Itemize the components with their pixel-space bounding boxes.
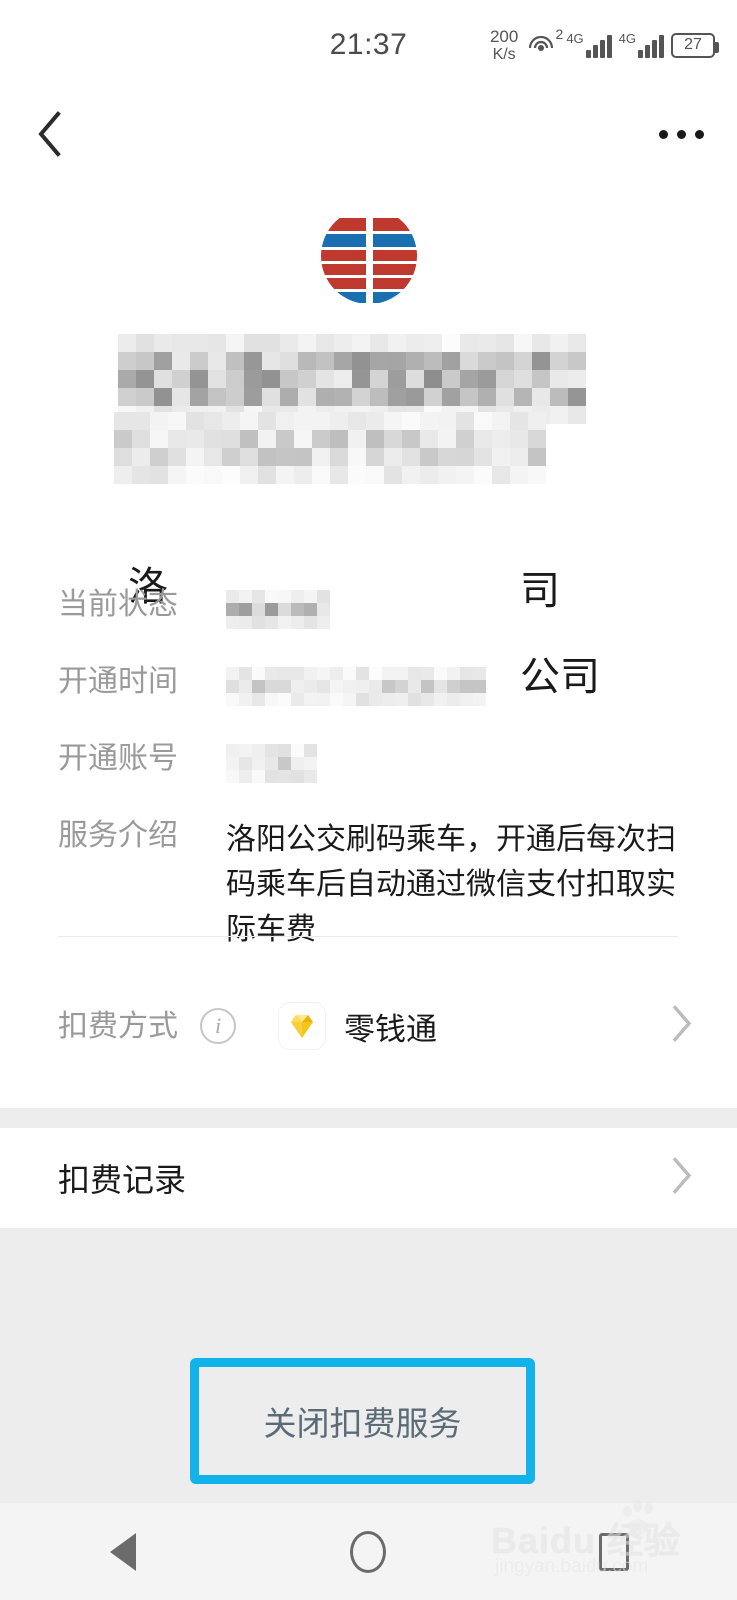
- company-name-line1-redacted: [118, 334, 586, 424]
- info-value-activation-time-redacted: [226, 663, 678, 706]
- hotspot-count: 2: [555, 26, 564, 42]
- chevron-left-icon: [38, 111, 61, 157]
- battery-level: 27: [684, 36, 702, 53]
- info-circle-icon[interactable]: i: [200, 1008, 236, 1044]
- square-recents-icon: [599, 1532, 630, 1571]
- info-value-description: 洛阳公交刷码乘车，开通后每次扫码乘车后自动通过微信支付扣取实际车费: [226, 823, 676, 946]
- close-service-highlight-box: 关闭扣费服务: [190, 1358, 535, 1484]
- info-row-description: 服务介绍 洛阳公交刷码乘车，开通后每次扫码乘车后自动通过微信支付扣取实际车费: [58, 817, 678, 952]
- hotspot-icon: 2: [525, 26, 563, 62]
- info-label-status: 当前状态: [58, 588, 178, 621]
- status-bar-indicators: 200 K/s 2 4G 4G 27: [490, 24, 719, 66]
- system-navigation-bar: [0, 1503, 737, 1600]
- deduction-records-row[interactable]: 扣费记录: [0, 1128, 737, 1228]
- info-row-activation-time: 开通时间: [58, 663, 678, 706]
- phone-screen: 21:37 200 K/s 2 4G 4G 27 洛 司 公司 当前状态 开通时…: [0, 0, 737, 1600]
- diamond-gem-icon: [278, 1002, 326, 1050]
- app-header-bar: [0, 86, 737, 176]
- service-detail-card: 洛 司 公司 当前状态 开通时间 开通账号 服务介绍 洛阳公交刷码乘车，开通后每…: [0, 176, 737, 1108]
- more-options-button[interactable]: [651, 106, 711, 162]
- network-speed-unit: K/s: [492, 45, 516, 63]
- sim1-network-label: 4G: [566, 31, 584, 46]
- network-speed-value: 200: [489, 26, 519, 46]
- battery-icon: 27: [671, 32, 719, 58]
- info-label-activation-time: 开通时间: [58, 665, 178, 698]
- company-name-line2-redacted: [114, 412, 546, 484]
- info-value-status-redacted: [226, 586, 678, 629]
- system-home-button[interactable]: [308, 1503, 428, 1600]
- info-row-status: 当前状态: [58, 586, 678, 629]
- info-row-account: 开通账号: [58, 740, 678, 783]
- system-back-button[interactable]: [63, 1503, 183, 1600]
- info-value-account-redacted: [226, 740, 678, 783]
- sim1-signal-indicator: 4G: [566, 31, 612, 58]
- sim2-signal-bars: [638, 32, 664, 58]
- network-speed-indicator: 200 K/s: [490, 28, 518, 63]
- circle-home-icon: [350, 1530, 387, 1573]
- more-dot: [676, 129, 686, 139]
- info-label-account: 开通账号: [58, 742, 178, 775]
- deduction-records-label: 扣费记录: [58, 1162, 187, 1198]
- close-service-button[interactable]: 关闭扣费服务: [199, 1367, 526, 1475]
- more-dot: [694, 129, 704, 139]
- records-card: 扣费记录: [0, 1128, 737, 1228]
- status-bar: 21:37 200 K/s 2 4G 4G 27: [0, 0, 737, 86]
- system-recents-button[interactable]: [554, 1503, 674, 1600]
- chevron-right-icon: [671, 1005, 693, 1048]
- section-gap: [0, 1108, 737, 1128]
- sim2-network-label: 4G: [618, 31, 636, 46]
- triangle-back-icon: [109, 1532, 136, 1571]
- back-button[interactable]: [22, 106, 78, 162]
- more-dot: [658, 129, 668, 139]
- section-divider: [58, 936, 678, 937]
- pay-method-name: 零钱通: [344, 1011, 437, 1047]
- service-info-list: 当前状态 开通时间 开通账号 服务介绍 洛阳公交刷码乘车，开通后每次扫码乘车后自…: [58, 586, 678, 986]
- pay-method-selected: 零钱通: [278, 1002, 437, 1050]
- info-label-description: 服务介绍: [58, 819, 178, 852]
- sim2-signal-indicator: 4G: [619, 32, 664, 58]
- sim1-signal-bars: [585, 32, 612, 58]
- pay-method-row[interactable]: 扣费方式 i 零钱通: [0, 966, 737, 1086]
- chevron-right-icon: [671, 1157, 693, 1200]
- bus-company-logo-icon: [320, 208, 417, 304]
- pay-method-label: 扣费方式: [58, 1009, 178, 1043]
